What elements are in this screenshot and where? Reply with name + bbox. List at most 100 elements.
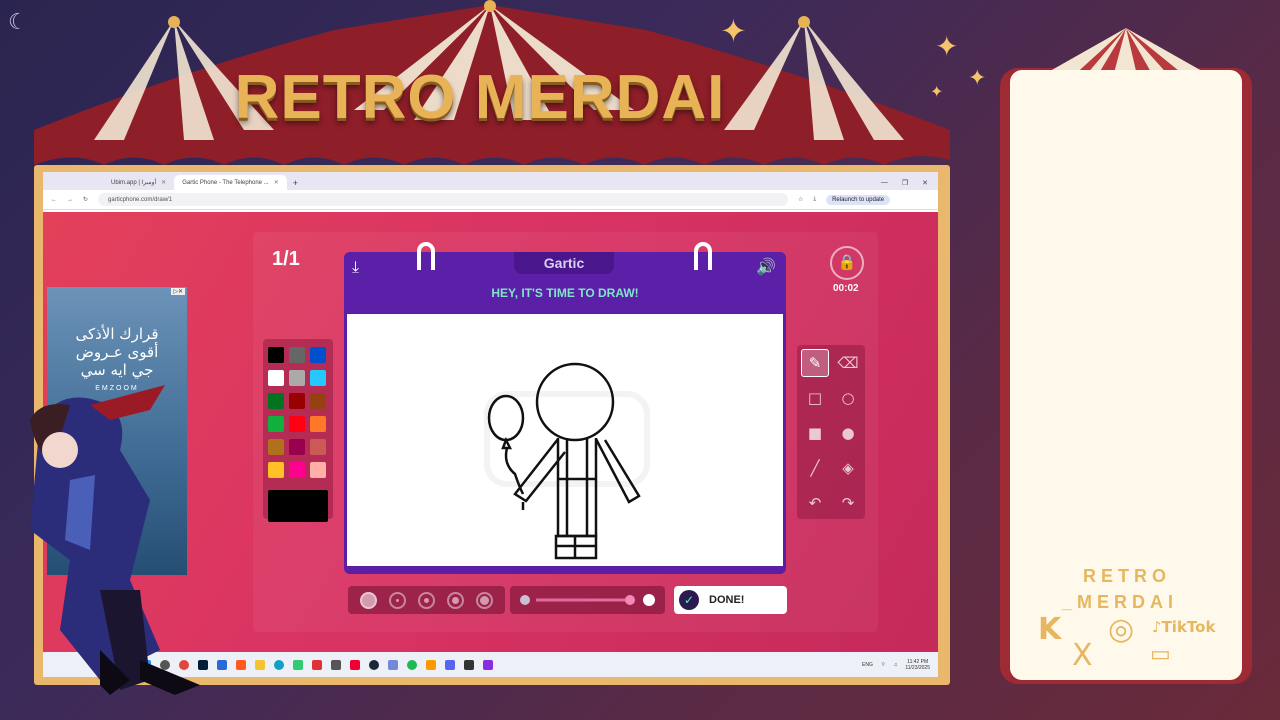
color-swatch[interactable] xyxy=(268,439,284,455)
rectangle-fill-tool[interactable]: ■ xyxy=(801,419,829,447)
wifi-icon[interactable]: ⌔ xyxy=(881,662,886,668)
undo-tool[interactable]: ↶ xyxy=(801,489,829,517)
brush-size-option[interactable] xyxy=(418,591,435,609)
color-swatch[interactable] xyxy=(268,462,284,478)
tab-gartic[interactable]: Gartic Phone - The Telephone ... ✕ xyxy=(174,175,287,190)
redo-tool[interactable]: ↷ xyxy=(834,489,862,517)
side-panel-content xyxy=(1010,70,1242,680)
draw-prompt: HEY, IT'S TIME TO DRAW! xyxy=(491,286,639,300)
side-name-line2: _MERDAI xyxy=(1062,592,1179,612)
clock-date: 11/23/2025 xyxy=(905,664,930,671)
back-icon[interactable]: ← xyxy=(51,197,57,203)
color-swatch[interactable] xyxy=(289,370,305,386)
ad-choices[interactable]: ▷✕ xyxy=(171,288,185,295)
steam-icon[interactable] xyxy=(369,659,379,670)
color-swatch[interactable] xyxy=(268,416,284,432)
card-hook xyxy=(694,242,712,270)
volume-icon[interactable]: ♫ xyxy=(894,662,898,668)
twitch-icon: ▭ xyxy=(1150,642,1171,667)
eraser-tool[interactable]: ⌫ xyxy=(834,349,862,377)
color-swatch[interactable] xyxy=(310,393,326,409)
spotify-icon[interactable] xyxy=(407,659,417,670)
color-swatch[interactable] xyxy=(289,347,305,363)
card-hook xyxy=(417,242,435,270)
app-icon[interactable] xyxy=(293,659,303,670)
stream-title: RETRO MERDAI xyxy=(234,63,726,132)
rectangle-outline-tool[interactable]: □ xyxy=(801,384,829,412)
color-swatch[interactable] xyxy=(310,416,326,432)
opacity-min-dot xyxy=(520,595,530,605)
brush-size-selector xyxy=(348,586,505,614)
instagram-icon: ◎ xyxy=(1108,612,1135,647)
close-icon[interactable]: ✕ xyxy=(274,179,279,186)
opacity-knob xyxy=(625,595,635,605)
clock-time: 11:42 PM xyxy=(907,658,929,665)
done-button[interactable]: ✓ DONE! xyxy=(674,586,787,614)
star-decoration: ✦ xyxy=(968,66,987,91)
opacity-slider[interactable] xyxy=(510,586,665,614)
kick-icon: K xyxy=(1038,612,1062,647)
ellipse-fill-tool[interactable]: ● xyxy=(834,419,862,447)
brush-size-option[interactable] xyxy=(447,591,464,609)
sound-icon[interactable]: 🔊 xyxy=(756,257,776,276)
app-icon[interactable] xyxy=(464,659,474,670)
side-name-line1: RETRO xyxy=(1083,566,1171,586)
tab-ubim[interactable]: Ubim.app | أومبرا ✕ xyxy=(103,175,174,190)
url-text: garticphone.com/draw/1 xyxy=(108,196,173,203)
line-tool[interactable]: ╱ xyxy=(801,454,829,482)
color-swatch[interactable] xyxy=(268,393,284,409)
tiktok-icon: ♪TikTok xyxy=(1152,618,1216,636)
download-icon[interactable]: ⤓ xyxy=(352,257,359,277)
url-input[interactable]: garticphone.com/draw/1 xyxy=(98,193,789,206)
round-counter: 1/1 xyxy=(272,248,300,270)
maximize-button[interactable]: ❐ xyxy=(902,179,908,187)
drawing-canvas[interactable] xyxy=(347,314,783,566)
address-bar: ← → ↻ garticphone.com/draw/1 ☆ ⤓ Relaunc… xyxy=(43,190,938,210)
clock[interactable]: 11:42 PM 11/23/2025 xyxy=(905,659,930,671)
color-swatch[interactable] xyxy=(289,439,305,455)
star-icon[interactable]: ☆ xyxy=(798,196,803,203)
forward-icon[interactable]: → xyxy=(67,197,73,203)
folder-icon[interactable] xyxy=(255,659,265,670)
minimize-button[interactable]: — xyxy=(881,179,888,186)
edge-icon[interactable] xyxy=(274,659,284,670)
app-icon[interactable] xyxy=(350,659,360,670)
color-swatch[interactable] xyxy=(289,416,305,432)
download-icon[interactable]: ⤓ xyxy=(813,196,816,203)
close-window-button[interactable]: ✕ xyxy=(922,179,928,187)
color-swatch[interactable] xyxy=(289,462,305,478)
bucket-tool[interactable]: ◈ xyxy=(834,454,862,482)
color-swatch[interactable] xyxy=(310,347,326,363)
app-icon[interactable] xyxy=(445,659,455,670)
ellipse-outline-tool[interactable]: ○ xyxy=(834,384,862,412)
window-controls: — ❐ ✕ xyxy=(881,175,938,190)
color-swatch[interactable] xyxy=(310,462,326,478)
gartic-logo: Gartic xyxy=(514,252,614,274)
brush-size-option[interactable] xyxy=(476,591,493,609)
color-swatch[interactable] xyxy=(289,393,305,409)
color-swatch[interactable] xyxy=(268,370,284,386)
app-icon[interactable] xyxy=(388,659,398,670)
done-label: DONE! xyxy=(709,594,745,606)
star-decoration: ☾ xyxy=(8,10,28,35)
selected-color xyxy=(268,490,328,522)
color-swatch[interactable] xyxy=(310,439,326,455)
pen-tool[interactable]: ✎ xyxy=(801,349,829,377)
lock-icon: 🔒 xyxy=(830,246,864,280)
app-icon[interactable] xyxy=(331,659,341,670)
app-icon[interactable] xyxy=(426,659,436,670)
color-swatch[interactable] xyxy=(268,347,284,363)
app-icon[interactable] xyxy=(483,659,493,670)
language-indicator[interactable]: ENG xyxy=(862,662,873,668)
system-tray: ENG ⌔ ♫ 11:42 PM 11/23/2025 xyxy=(862,659,938,671)
color-swatch[interactable] xyxy=(310,370,326,386)
brush-size-option[interactable] xyxy=(389,591,406,609)
drawing-card: Gartic ⤓ 🔊 HEY, IT'S TIME TO DRAW! xyxy=(344,242,786,574)
relaunch-button[interactable]: Relaunch to update xyxy=(826,194,891,205)
tab-bar: Ubim.app | أومبرا ✕ Gartic Phone - The T… xyxy=(43,172,938,190)
close-icon[interactable]: ✕ xyxy=(161,179,166,186)
new-tab-button[interactable]: + xyxy=(287,175,304,190)
brush-size-option[interactable] xyxy=(360,591,377,609)
reload-icon[interactable]: ↻ xyxy=(83,196,88,203)
app-icon[interactable] xyxy=(312,659,322,670)
